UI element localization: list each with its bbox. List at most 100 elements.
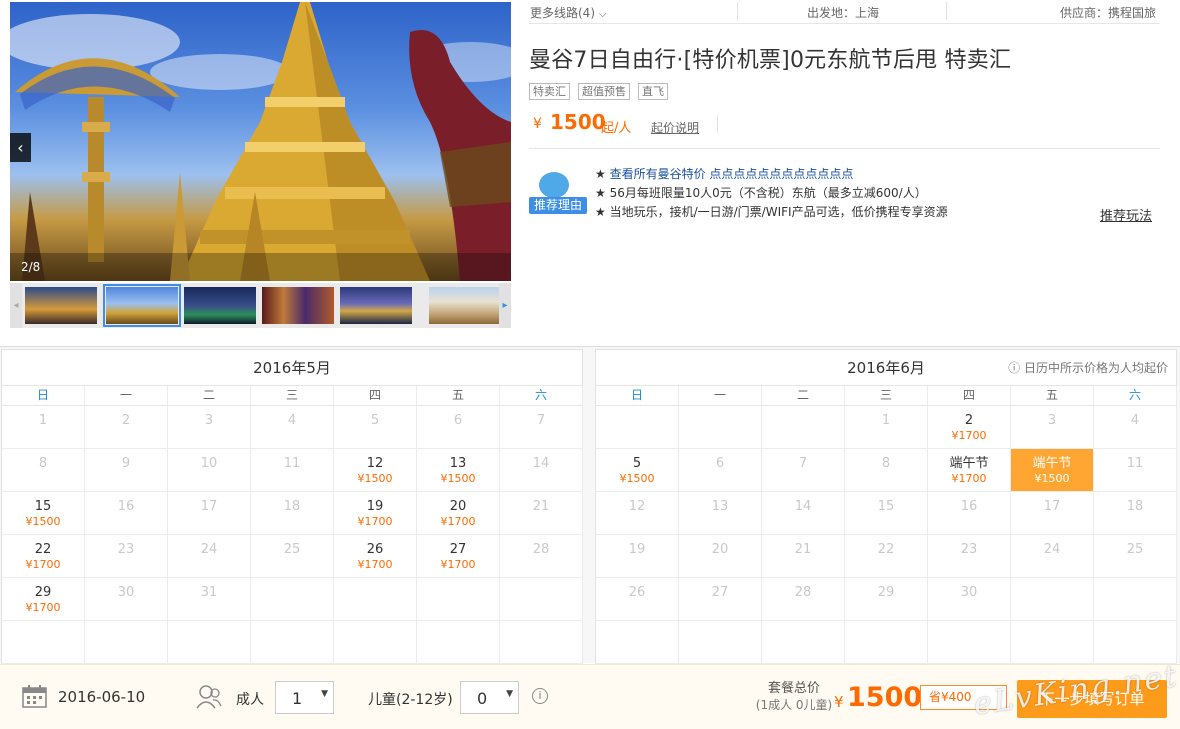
calendar-icon[interactable]	[22, 685, 47, 708]
recommend-play-link[interactable]: 推荐玩法	[1100, 205, 1152, 224]
date-cell: 12	[596, 492, 679, 535]
date-cell[interactable]: 5 ¥1500	[596, 449, 679, 492]
date-number: 11	[1126, 456, 1144, 471]
date-cell	[1011, 578, 1094, 621]
date-cell[interactable]: 26 ¥1700	[334, 535, 417, 578]
date-number: 23	[960, 542, 978, 557]
thumbnail-2[interactable]	[103, 284, 181, 327]
date-number: 14	[794, 499, 812, 514]
date-cell[interactable]: 29 ¥1700	[2, 578, 85, 621]
thumb-next-icon[interactable]: ▸	[499, 283, 511, 328]
date-cell[interactable]: 端午节 ¥1700	[928, 449, 1011, 492]
thumbnail-1[interactable]	[23, 285, 99, 326]
total-sub-text: (1成人 0儿童)	[755, 698, 833, 712]
date-number: 5	[370, 413, 380, 428]
date-cell[interactable]: 20 ¥1700	[417, 492, 500, 535]
main-photo[interactable]: ‹ 2/8	[10, 2, 511, 281]
date-cell[interactable]: 19 ¥1700	[334, 492, 417, 535]
recommend-badge: 推荐理由	[529, 170, 587, 216]
date-cell[interactable]: 2 ¥1700	[928, 406, 1011, 449]
date-cell: 11	[1094, 449, 1177, 492]
date-cell: 20	[679, 535, 762, 578]
recommend-reasons: ★ 查看所有曼谷特价 点点点点点点点点点点点点 ★ 56月每班限量10人0元（不…	[595, 165, 948, 222]
product-info: 更多线路(4) ⌵ 出发地：上海 供应商：携程国旅 曼谷7日自由行·[特价机票]…	[529, 0, 1160, 345]
date-cell: 1	[845, 406, 928, 449]
date-cell: 16	[928, 492, 1011, 535]
child-count-select[interactable]: 0 ▼	[460, 681, 519, 714]
thumbnail-6[interactable]	[427, 285, 503, 326]
date-cell: 15	[845, 492, 928, 535]
date-cell[interactable]: 13 ¥1500	[417, 449, 500, 492]
date-number: 18	[1126, 499, 1144, 514]
selected-date[interactable]: 2016-06-10	[58, 688, 145, 706]
thumb-prev-icon[interactable]: ◂	[10, 283, 22, 328]
date-cell: 6	[417, 406, 500, 449]
date-cell[interactable]: 12 ¥1500	[334, 449, 417, 492]
date-cell: 30	[85, 578, 168, 621]
date-number: 12	[366, 456, 384, 471]
date-cell	[500, 578, 583, 621]
date-cell: 28	[500, 535, 583, 578]
date-number: 8	[38, 456, 48, 471]
date-number: 1	[38, 413, 48, 428]
date-number: 21	[532, 499, 550, 514]
child-info-icon[interactable]: i	[532, 688, 548, 704]
all-deals-link[interactable]: 查看所有曼谷特价 点点点点点点点点点点点点	[610, 167, 854, 181]
month-panel-june: 2016年6月 ⓘ 日历中所示价格为人均起价 日一二三四五六 1 2 ¥1700 3 4…	[595, 349, 1177, 664]
star-icon: ★	[595, 205, 606, 219]
date-number: 26	[628, 585, 646, 600]
date-number: 14	[532, 456, 550, 471]
total-label: 套餐总价 (1成人 0儿童)	[744, 681, 844, 713]
date-cell	[596, 406, 679, 449]
date-cell: 11	[251, 449, 334, 492]
reason-line[interactable]: ★ 查看所有曼谷特价 点点点点点点点点点点点点	[595, 165, 948, 184]
thumbnail-3[interactable]	[182, 285, 258, 326]
supplier: 供应商：携程国旅	[1059, 6, 1156, 20]
date-cell	[2, 621, 85, 664]
date-price: ¥1700	[25, 601, 61, 614]
date-cell: 10	[168, 449, 251, 492]
date-cell	[928, 621, 1011, 664]
date-cell: 17	[168, 492, 251, 535]
date-cell: 26	[596, 578, 679, 621]
date-cell-selected[interactable]: 端午节 ¥1500	[1011, 449, 1094, 492]
date-cell	[500, 621, 583, 664]
price-divider	[717, 115, 718, 133]
date-cell	[417, 621, 500, 664]
date-cell[interactable]: 27 ¥1700	[417, 535, 500, 578]
date-number: 25	[1126, 542, 1144, 557]
date-number: 30	[960, 585, 978, 600]
total-label-text: 套餐总价	[767, 681, 820, 696]
date-number: 19	[628, 542, 646, 557]
date-number: 24	[200, 542, 218, 557]
date-cell[interactable]: 15 ¥1500	[2, 492, 85, 535]
weekday-label: 二	[168, 386, 251, 405]
gallery-prev-button[interactable]: ‹	[10, 133, 31, 162]
more-routes-dropdown[interactable]: 更多线路(4) ⌵	[530, 4, 606, 21]
date-number: 19	[366, 499, 384, 514]
adult-count-select[interactable]: 1 ▼	[275, 681, 334, 714]
weekday-header: 日一二三四五六	[596, 386, 1177, 406]
reason-text: 56月每班限量10人0元（不含税）东航（最多立减600/人）	[609, 186, 927, 200]
weekday-label: 六	[1094, 386, 1177, 405]
month-title: 2016年5月	[2, 350, 582, 386]
date-number: 20	[711, 542, 729, 557]
date-number: 端午节	[949, 456, 989, 471]
next-step-button[interactable]: 下一步填写订单	[1017, 680, 1167, 718]
thumbnail-5[interactable]	[338, 285, 414, 326]
date-number: 2	[121, 413, 131, 428]
date-cell	[251, 621, 334, 664]
date-cell	[762, 621, 845, 664]
date-cell: 31	[168, 578, 251, 621]
price-explain-link[interactable]: 起价说明	[651, 119, 699, 136]
date-number: 18	[283, 499, 301, 514]
date-cell	[596, 621, 679, 664]
date-cell: 19	[596, 535, 679, 578]
thumbnail-4[interactable]	[260, 285, 336, 326]
date-number: 20	[449, 499, 467, 514]
tag-badge: 特卖汇	[529, 83, 570, 100]
date-cell[interactable]: 22 ¥1700	[2, 535, 85, 578]
date-cell: 18	[251, 492, 334, 535]
temple-photo-illustration	[10, 2, 511, 281]
date-number: 28	[532, 542, 550, 557]
